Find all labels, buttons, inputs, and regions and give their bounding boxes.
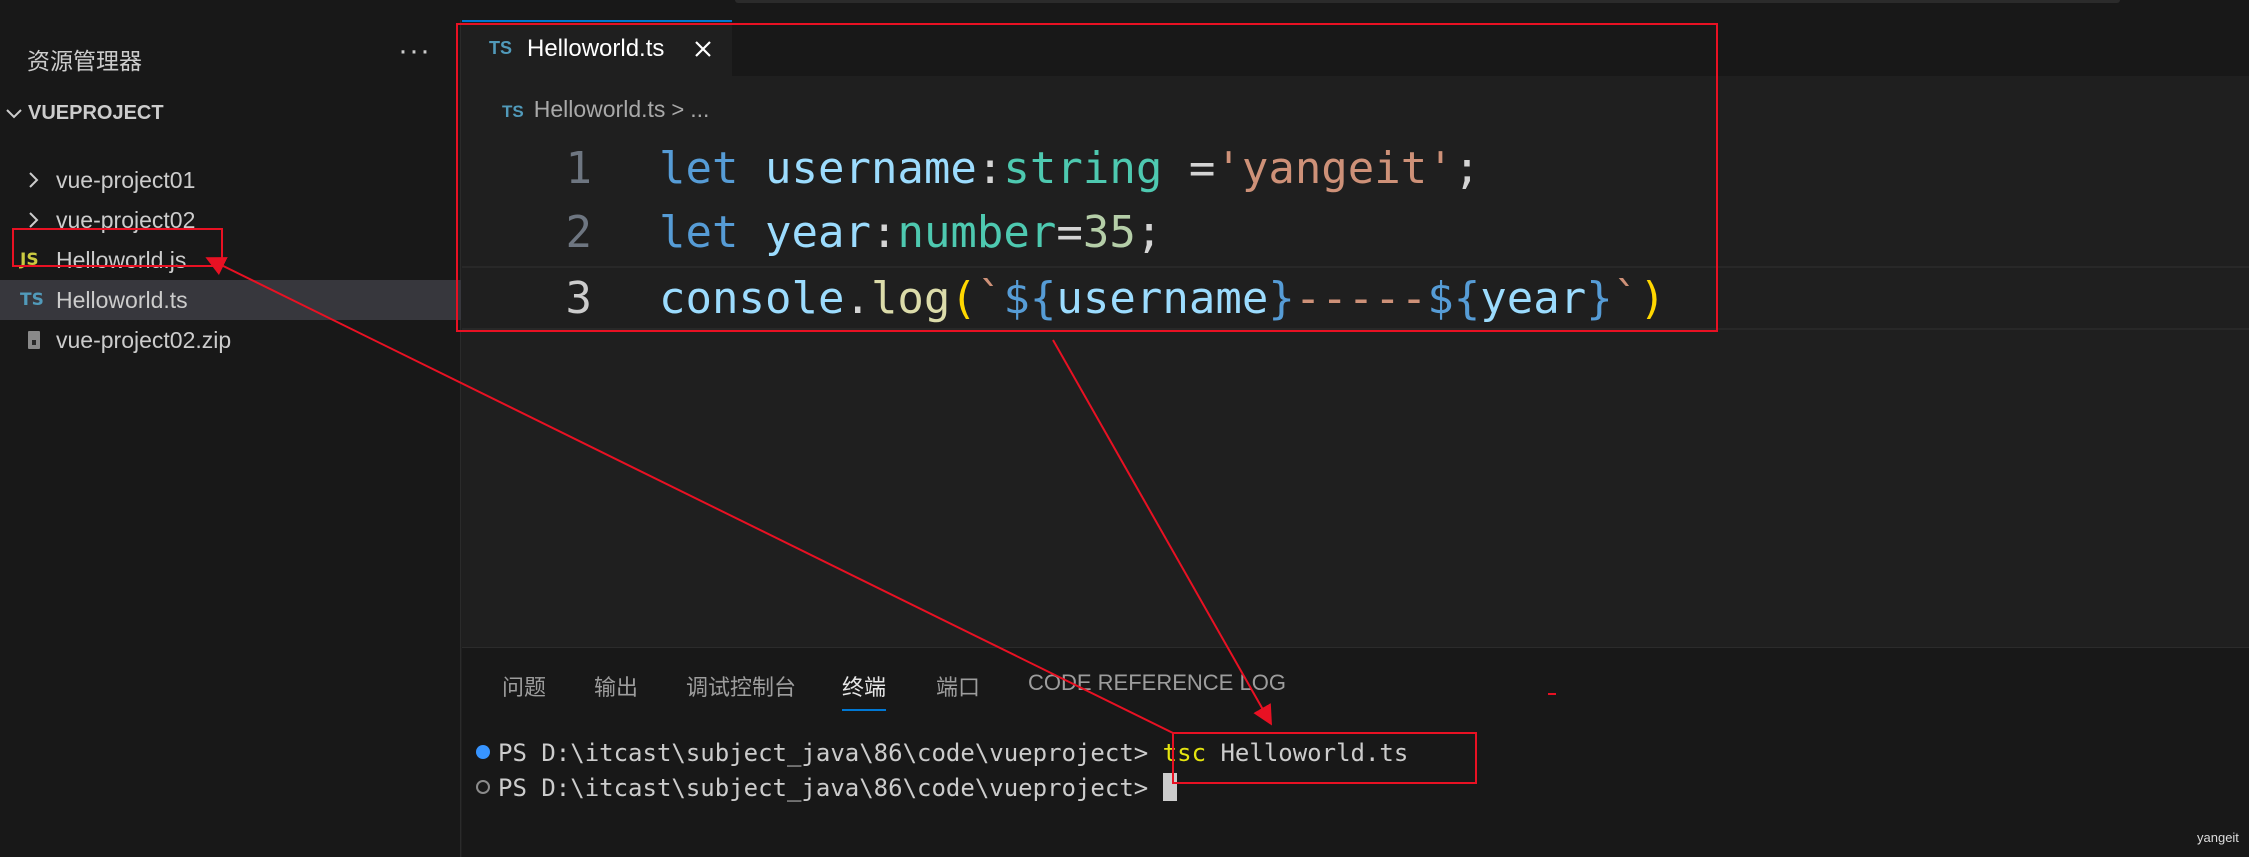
tab-ports[interactable]: 端口 [936, 670, 980, 702]
tab-label: Helloworld.ts [527, 35, 665, 62]
tree-item-label: vue-project02 [56, 207, 196, 233]
editor-tab-bar: TS Helloworld.ts [462, 20, 2249, 76]
command-success-icon[interactable] [476, 745, 490, 759]
chevron-right-icon [29, 212, 39, 228]
terminal-args: Helloworld.ts [1206, 739, 1409, 767]
chevron-right-icon [29, 172, 39, 188]
tab-terminal[interactable]: 终端 [842, 670, 887, 711]
tree-item-helloworld-ts[interactable]: TS Helloworld.ts [0, 280, 461, 320]
semicolon-token: ; [1453, 143, 1481, 194]
interp-close: } [1268, 273, 1295, 324]
explorer-sidebar: 资源管理器 ··· VUEPROJECT vue-project01 vue-p… [0, 20, 461, 857]
title-strip [0, 0, 2249, 20]
tree-item-vue-project01[interactable]: vue-project01 [0, 160, 461, 200]
tree-item-vue-project02[interactable]: vue-project02 [0, 200, 461, 240]
tree-item-label: Helloworld.js [56, 247, 187, 273]
terminal-prompt: PS D:\itcast\subject_java\86\code\vuepro… [498, 739, 1149, 767]
terminal-line[interactable]: PS D:\itcast\subject_java\86\code\vuepro… [476, 739, 1408, 771]
terminal-line[interactable]: PS D:\itcast\subject_java\86\code\vuepro… [476, 773, 1177, 805]
js-file-icon: JS [20, 250, 39, 270]
tree-item-label: Helloworld.ts [56, 287, 188, 313]
tree-item-vue-project02-zip[interactable]: vue-project02.zip [0, 320, 461, 360]
ts-file-icon: TS [20, 290, 44, 310]
breadcrumb-file[interactable]: Helloworld.ts [534, 96, 666, 122]
variable-token: year [764, 207, 871, 258]
code-line[interactable]: 2 let year:number=35; [462, 202, 2249, 266]
function-token: log [870, 273, 951, 324]
watermark: yangeit [2197, 830, 2239, 845]
tab-debug-console[interactable]: 调试控制台 [686, 670, 796, 702]
string-token: 'yangeit' [1215, 143, 1454, 194]
breadcrumb[interactable]: TS Helloworld.ts >... [502, 96, 709, 126]
interp-close: } [1586, 273, 1613, 324]
tree-item-helloworld-js[interactable]: JS Helloworld.js [0, 240, 461, 280]
terminal-command: tsc [1162, 739, 1207, 767]
interp-open: ${ [1427, 273, 1481, 324]
tab-output[interactable]: 输出 [594, 670, 638, 702]
keyword-token: let [659, 143, 739, 194]
variable-token: username [1056, 273, 1269, 324]
operator-token: = [1162, 143, 1216, 194]
zip-file-icon [28, 331, 40, 349]
colon-token: : [976, 143, 1004, 194]
line-number: 1 [565, 143, 593, 194]
line-number: 2 [565, 207, 593, 258]
code-text: let year:number=35; [659, 207, 1162, 258]
paren-token: ) [1639, 273, 1666, 324]
tree-item-label: vue-project01 [56, 167, 196, 193]
variable-token: username [764, 143, 977, 194]
editor-area: TS Helloworld.ts TS Helloworld.ts >... 1 l… [462, 20, 2249, 647]
object-token: console [659, 273, 845, 324]
workspace-section-header[interactable]: VUEPROJECT [0, 98, 461, 134]
explorer-title: 资源管理器 [27, 48, 142, 74]
code-text: let username:string ='yangeit'; [659, 143, 1480, 194]
dot-token: . [844, 273, 871, 324]
close-icon[interactable] [692, 38, 714, 60]
paren-token: ( [950, 273, 977, 324]
string-token: ----- [1294, 273, 1428, 324]
tab-helloworld-ts[interactable]: TS Helloworld.ts [462, 20, 732, 76]
code-text: console.log(`${username}-----${year}`) [659, 273, 1666, 324]
interp-open: ${ [1003, 273, 1057, 324]
semicolon-token: ; [1135, 207, 1163, 258]
colon-token: : [870, 207, 898, 258]
line-number: 3 [565, 273, 593, 324]
code-line-current[interactable]: 3 console.log(`${username}-----${year}`) [462, 266, 2249, 330]
tab-code-reference-log[interactable]: CODE REFERENCE LOG [1028, 670, 1286, 696]
bottom-panel: 问题 输出 调试控制台 终端 端口 CODE REFERENCE LOG PS … [462, 647, 2249, 857]
template-tick: ` [976, 273, 1004, 324]
terminal-prompt: PS D:\itcast\subject_java\86\code\vuepro… [498, 774, 1149, 802]
template-tick: ` [1612, 273, 1640, 324]
operator-token: = [1056, 207, 1083, 258]
command-center[interactable] [735, 0, 2120, 3]
code-line[interactable]: 1 let username:string ='yangeit'; [462, 138, 2249, 202]
breadcrumb-symbols[interactable]: ... [690, 96, 709, 122]
keyword-token: let [659, 207, 739, 258]
workspace-name: VUEPROJECT [28, 102, 164, 124]
variable-token: year [1480, 273, 1587, 324]
more-actions-button[interactable]: ··· [398, 34, 431, 68]
tab-problems[interactable]: 问题 [502, 670, 546, 702]
number-token: 35 [1082, 207, 1136, 258]
chevron-down-icon [6, 109, 22, 119]
command-pending-icon[interactable] [476, 780, 490, 794]
breadcrumb-separator: > [671, 97, 685, 122]
type-token: string [1003, 143, 1163, 194]
type-token: number [897, 207, 1057, 258]
tree-item-label: vue-project02.zip [56, 327, 232, 353]
ts-file-icon: TS [502, 102, 524, 121]
terminal-cursor [1162, 773, 1177, 801]
ts-file-icon: TS [489, 38, 513, 58]
